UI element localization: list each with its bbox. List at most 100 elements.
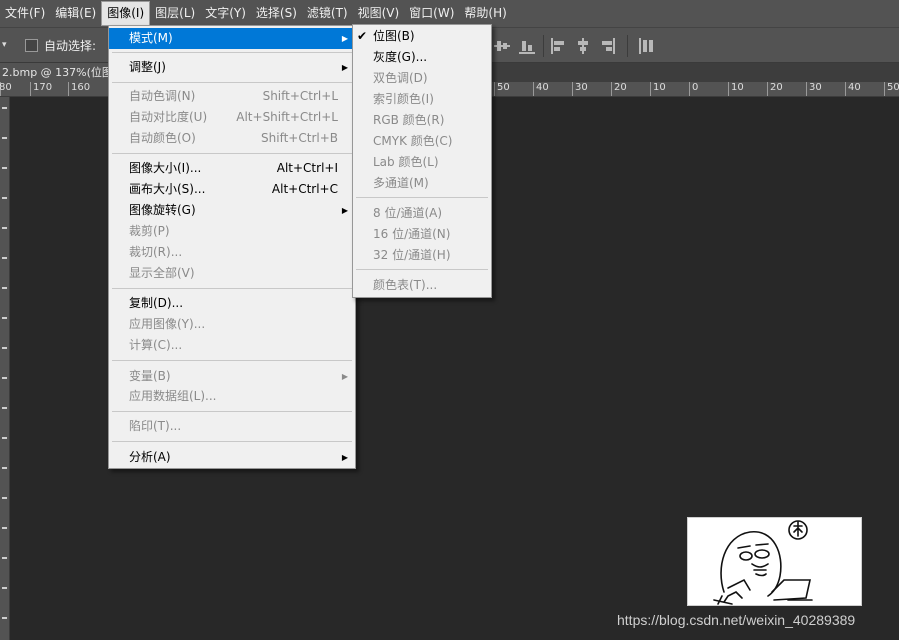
menu-item-trap[interactable]: 陷印(T)... xyxy=(109,416,355,437)
tool-button[interactable] xyxy=(2,347,7,349)
menu-select[interactable]: 选择(S) xyxy=(251,0,302,27)
mode-item-32-bit[interactable]: 32 位/通道(H) xyxy=(353,245,491,266)
mode-submenu: ✔ 位图(B) 灰度(G)... 双色调(D) 索引颜色(I) RGB 颜色(R… xyxy=(352,24,492,298)
ruler-label: 20 xyxy=(770,82,783,93)
tool-button[interactable] xyxy=(2,287,7,289)
tool-button[interactable] xyxy=(2,587,7,589)
menu-item-image-size[interactable]: 图像大小(I)... Alt+Ctrl+I xyxy=(109,158,355,179)
submenu-arrow-icon: ▶ xyxy=(341,453,348,462)
align-horizontal-centers-icon[interactable] xyxy=(575,38,591,54)
tool-preset-dropdown-icon[interactable]: ▾ xyxy=(2,40,12,50)
align-left-edges-icon[interactable] xyxy=(551,38,567,54)
menu-item-label: 32 位/通道(H) xyxy=(373,248,451,262)
tool-button[interactable] xyxy=(2,137,7,139)
mode-item-color-table[interactable]: 颜色表(T)... xyxy=(353,275,491,296)
mode-item-duotone[interactable]: 双色调(D) xyxy=(353,68,491,89)
menu-item-mode[interactable]: 模式(M) ▶ xyxy=(109,28,355,49)
menu-item-analysis[interactable]: 分析(A) ▶ xyxy=(109,447,355,468)
document-tab[interactable]: 2.bmp @ 137%(位图 xyxy=(0,63,108,82)
watermark-text: https://blog.csdn.net/weixin_40289389 xyxy=(617,612,856,628)
tool-button[interactable] xyxy=(2,167,7,169)
mode-item-rgb-color[interactable]: RGB 颜色(R) xyxy=(353,110,491,131)
menu-item-auto-contrast[interactable]: 自动对比度(U) Alt+Shift+Ctrl+L xyxy=(109,107,355,128)
menu-item-auto-tone[interactable]: 自动色调(N) Shift+Ctrl+L xyxy=(109,86,355,107)
menu-edit[interactable]: 编辑(E) xyxy=(50,0,101,27)
menu-layer[interactable]: 图层(L) xyxy=(150,0,200,27)
ruler-label: 50 xyxy=(497,82,510,93)
mode-item-16-bit[interactable]: 16 位/通道(N) xyxy=(353,224,491,245)
tool-button[interactable] xyxy=(2,227,7,229)
ruler-label: 80 xyxy=(0,82,12,93)
align-vertical-centers-icon[interactable] xyxy=(494,38,510,54)
menu-item-shortcut: Alt+Shift+Ctrl+L xyxy=(236,110,338,124)
menu-item-shortcut: Alt+Ctrl+C xyxy=(271,182,338,196)
menu-help[interactable]: 帮助(H) xyxy=(459,0,511,27)
cartoon-figure-icon xyxy=(713,520,813,605)
menu-item-trim[interactable]: 裁切(R)... xyxy=(109,242,355,263)
auto-align-layers-icon[interactable] xyxy=(639,38,655,54)
tool-button[interactable] xyxy=(2,197,7,199)
tool-button[interactable] xyxy=(2,257,7,259)
menu-item-label: 自动对比度(U) xyxy=(129,110,208,124)
menu-item-auto-color[interactable]: 自动颜色(O) Shift+Ctrl+B xyxy=(109,128,355,149)
menu-item-apply-data-set[interactable]: 应用数据组(L)... xyxy=(109,386,355,407)
menu-item-shortcut: Shift+Ctrl+L xyxy=(262,89,338,103)
menu-item-reveal-all[interactable]: 显示全部(V) xyxy=(109,263,355,284)
menu-item-apply-image[interactable]: 应用图像(Y)... xyxy=(109,314,355,335)
menu-item-label: 灰度(G)... xyxy=(373,50,428,64)
tool-button[interactable] xyxy=(2,377,7,379)
sticker-image xyxy=(687,517,862,606)
mode-item-grayscale[interactable]: 灰度(G)... xyxy=(353,47,491,68)
tool-button[interactable] xyxy=(2,527,7,529)
tool-button[interactable] xyxy=(2,407,7,409)
submenu-arrow-icon: ▶ xyxy=(341,372,348,381)
menu-item-label: CMYK 颜色(C) xyxy=(373,134,453,148)
menu-item-label: 画布大小(S)... xyxy=(129,182,206,196)
menu-item-adjust[interactable]: 调整(J) ▶ xyxy=(109,57,355,78)
ruler-label: 30 xyxy=(809,82,822,93)
tool-button[interactable] xyxy=(2,467,7,469)
menu-view[interactable]: 视图(V) xyxy=(353,0,405,27)
mode-item-bitmap[interactable]: ✔ 位图(B) xyxy=(353,26,491,47)
tool-button[interactable] xyxy=(2,557,7,559)
menu-separator xyxy=(112,288,352,289)
mode-item-indexed-color[interactable]: 索引颜色(I) xyxy=(353,89,491,110)
menu-item-image-rotation[interactable]: 图像旋转(G) ▶ xyxy=(109,200,355,221)
auto-select-checkbox[interactable] xyxy=(25,39,38,52)
mode-item-cmyk-color[interactable]: CMYK 颜色(C) xyxy=(353,131,491,152)
menu-filter[interactable]: 滤镜(T) xyxy=(302,0,353,27)
menu-separator xyxy=(356,269,488,270)
menu-item-label: 索引颜色(I) xyxy=(373,92,434,106)
menu-item-label: 复制(D)... xyxy=(129,296,184,310)
menu-item-label: 调整(J) xyxy=(129,60,166,74)
menu-item-canvas-size[interactable]: 画布大小(S)... Alt+Ctrl+C xyxy=(109,179,355,200)
menu-item-calculations[interactable]: 计算(C)... xyxy=(109,335,355,356)
menu-separator xyxy=(356,197,488,198)
options-separator xyxy=(627,35,628,57)
menu-item-label: 自动色调(N) xyxy=(129,89,196,103)
mode-item-lab-color[interactable]: Lab 颜色(L) xyxy=(353,152,491,173)
menu-type[interactable]: 文字(Y) xyxy=(200,0,251,27)
ruler-label: 40 xyxy=(848,82,861,93)
mode-item-8-bit[interactable]: 8 位/通道(A) xyxy=(353,203,491,224)
tool-button[interactable] xyxy=(2,617,7,619)
menu-item-label: 自动颜色(O) xyxy=(129,131,196,145)
menu-item-variables[interactable]: 变量(B) ▶ xyxy=(109,366,355,387)
menu-file[interactable]: 文件(F) xyxy=(0,0,50,27)
align-bottom-edges-icon[interactable] xyxy=(519,38,535,54)
align-right-edges-icon[interactable] xyxy=(599,38,615,54)
menu-item-crop[interactable]: 裁剪(P) xyxy=(109,221,355,242)
ruler-label: 170 xyxy=(33,82,53,93)
menu-window[interactable]: 窗口(W) xyxy=(404,0,459,27)
menu-item-label: 裁剪(P) xyxy=(129,224,170,238)
tool-button[interactable] xyxy=(2,437,7,439)
mode-item-multichannel[interactable]: 多通道(M) xyxy=(353,173,491,194)
ruler-label: 30 xyxy=(575,82,588,93)
menu-image[interactable]: 图像(I) xyxy=(101,1,151,26)
tools-panel xyxy=(0,97,10,640)
ruler-label: 20 xyxy=(614,82,627,93)
tool-button[interactable] xyxy=(2,497,7,499)
tool-button[interactable] xyxy=(2,317,7,319)
tool-button[interactable] xyxy=(2,107,7,109)
menu-item-duplicate[interactable]: 复制(D)... xyxy=(109,293,355,314)
